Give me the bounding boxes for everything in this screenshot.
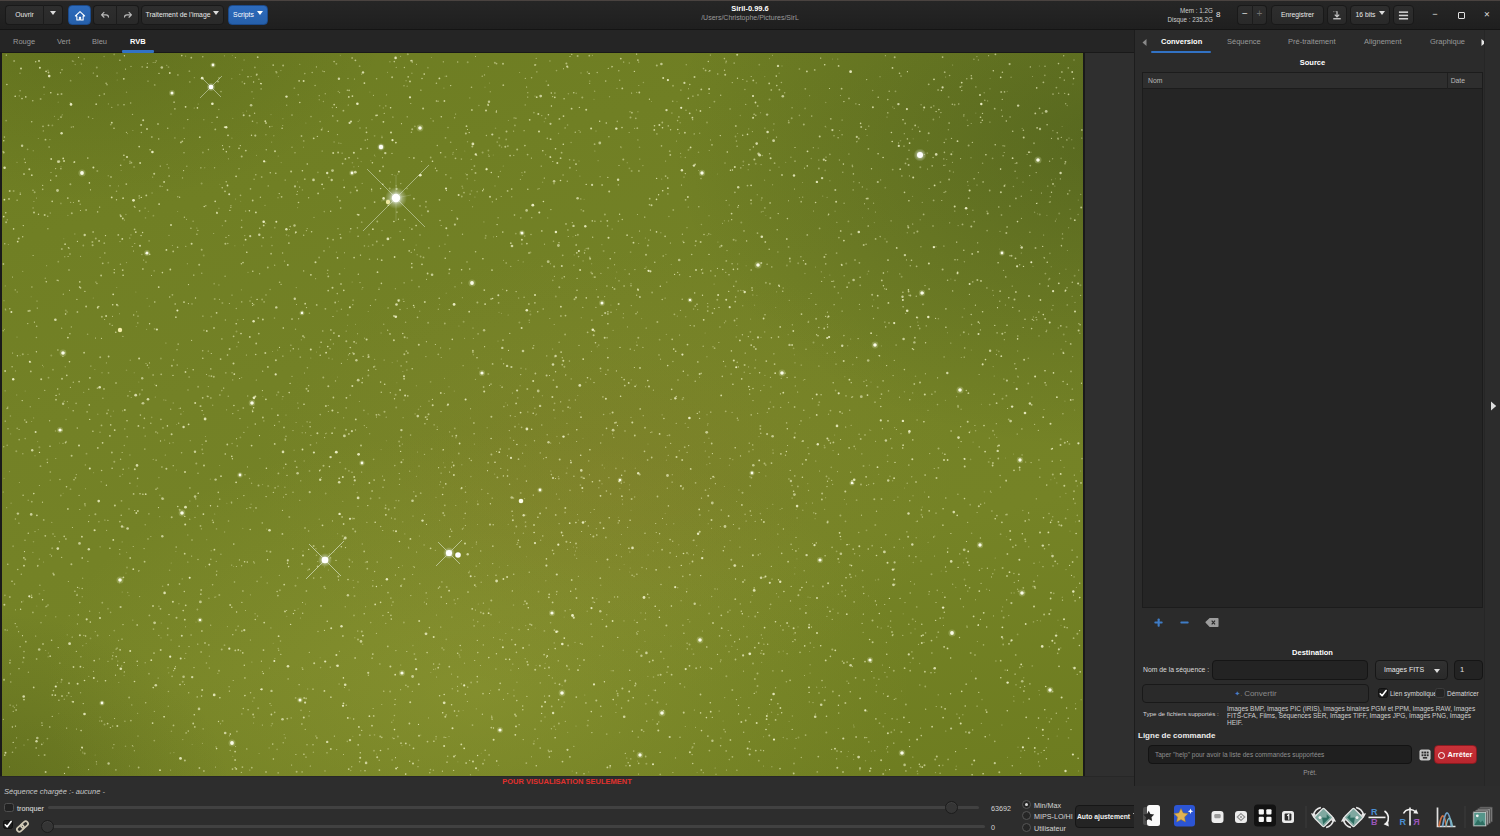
svg-text:R: R: [1371, 807, 1378, 817]
svg-text:B: B: [1371, 817, 1378, 827]
svg-text:R: R: [1413, 817, 1420, 827]
svg-text:R: R: [1400, 817, 1407, 827]
